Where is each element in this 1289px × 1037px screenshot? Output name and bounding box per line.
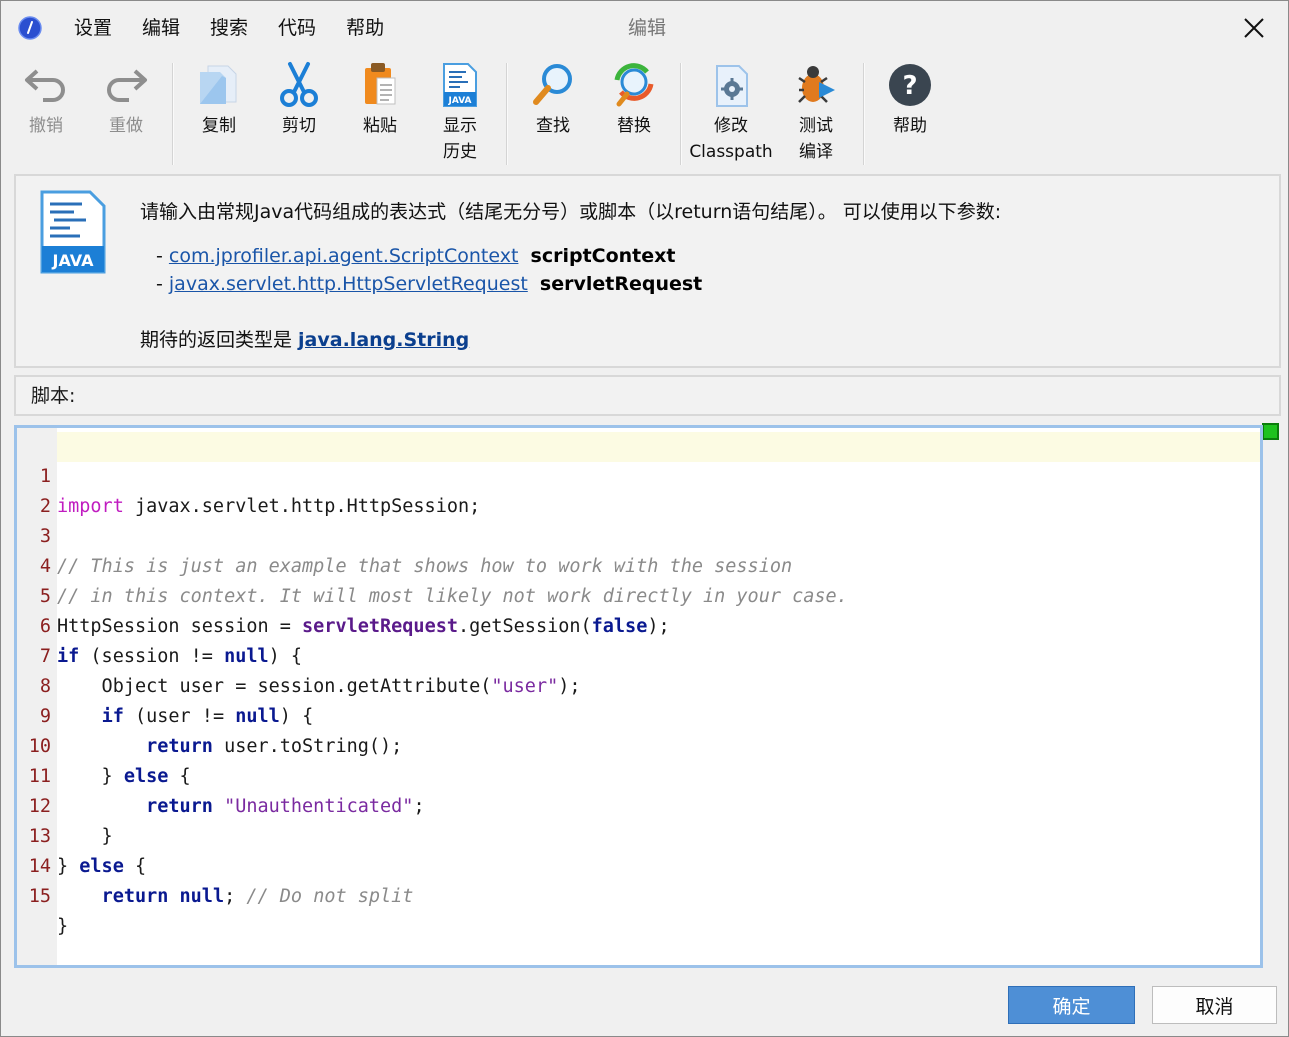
- replace-icon: [614, 63, 654, 107]
- param-row-1: - com.jprofiler.api.agent.ScriptContext …: [156, 243, 675, 269]
- code-line: 1 import javax.servlet.http.HttpSession;: [40, 432, 1260, 517]
- java-file-icon: JAVA: [40, 190, 106, 274]
- compile-label-line1: 测试: [799, 116, 833, 136]
- show-history-button[interactable]: JAVA 显示 历史: [434, 57, 486, 165]
- scissors-icon: [280, 62, 318, 107]
- param-type-link-servletrequest[interactable]: javax.servlet.http.HttpServletRequest: [169, 273, 528, 295]
- menu-code[interactable]: 代码: [263, 15, 331, 41]
- replace-label: 替换: [617, 116, 651, 136]
- ok-button[interactable]: 确定: [1008, 986, 1135, 1024]
- java-history-icon: JAVA: [443, 63, 477, 107]
- find-label: 查找: [536, 116, 570, 136]
- undo-icon: [25, 69, 65, 102]
- code-line: 14 return null; // Do not split: [17, 822, 1260, 907]
- code-line: 5 HttpSession session = servletRequest.g…: [17, 552, 1260, 637]
- param-dash: -: [156, 245, 169, 267]
- copy-button[interactable]: 复制: [193, 57, 245, 139]
- redo-label: 重做: [109, 116, 143, 136]
- return-type-prefix: 期待的返回类型是: [140, 329, 299, 351]
- code-line: 8 if (user != null) {: [17, 642, 1260, 727]
- code-line: 6 if (session != null) {: [17, 582, 1260, 667]
- code-editor[interactable]: 1 import javax.servlet.http.HttpSession;…: [14, 425, 1263, 968]
- help-icon: ?: [889, 64, 931, 106]
- app-icon: [18, 16, 42, 40]
- toolbar-separator: [172, 63, 174, 165]
- code-line: 3 // This is just an example that shows …: [17, 492, 1260, 577]
- window-title: 编辑: [628, 17, 667, 39]
- paste-label: 粘贴: [363, 116, 397, 136]
- cancel-button[interactable]: 取消: [1152, 986, 1277, 1024]
- java-logo-text: JAVA: [52, 251, 95, 270]
- replace-button[interactable]: 替换: [608, 57, 660, 139]
- undo-label: 撤销: [29, 116, 63, 136]
- script-label-bar: 脚本:: [14, 375, 1281, 416]
- compile-label-line2: 编译: [799, 142, 833, 162]
- undo-button[interactable]: 撤销: [20, 57, 72, 139]
- code-line: 10 } else {: [17, 702, 1260, 787]
- line-number: 15: [28, 886, 51, 907]
- test-compile-button[interactable]: 测试 编译: [790, 57, 842, 165]
- cut-label: 剪切: [282, 116, 316, 136]
- param-type-link-scriptcontext[interactable]: com.jprofiler.api.agent.ScriptContext: [169, 245, 519, 267]
- code-line: 13 } else {: [17, 792, 1260, 877]
- menu-edit[interactable]: 编辑: [127, 15, 195, 41]
- find-button[interactable]: 查找: [527, 57, 579, 139]
- code-line: 12 }: [17, 762, 1260, 847]
- svg-text:?: ?: [902, 71, 917, 101]
- menu-bar: 设置 编辑 搜索 代码 帮助: [59, 15, 399, 41]
- toolbar-separator: [863, 63, 865, 165]
- svg-text:JAVA: JAVA: [447, 96, 471, 106]
- param-name: scriptContext: [530, 245, 676, 267]
- code-line: 9 return user.toString();: [17, 672, 1260, 757]
- copy-label: 复制: [202, 116, 236, 136]
- status-marker: [1262, 423, 1279, 440]
- edit-classpath-button[interactable]: 修改 Classpath: [689, 57, 773, 165]
- bug-icon: [798, 66, 835, 103]
- return-type-link[interactable]: java.lang.String: [298, 329, 469, 351]
- redo-button[interactable]: 重做: [100, 57, 152, 139]
- menu-settings[interactable]: 设置: [59, 15, 127, 41]
- param-dash: -: [156, 273, 169, 295]
- menu-search[interactable]: 搜索: [195, 15, 263, 41]
- menu-help[interactable]: 帮助: [331, 15, 399, 41]
- code-line: 11 return "Unauthenticated";: [17, 732, 1260, 817]
- history-label-line1: 显示: [443, 116, 477, 136]
- toolbar: 撤销 重做 复制 剪切 粘贴 JAVA 显示 历史 查找 替换 修改 Class…: [1, 57, 1288, 169]
- classpath-gear-icon: [716, 65, 748, 107]
- code-line: 4 // in this context. It will most likel…: [17, 522, 1260, 607]
- return-type-row: 期待的返回类型是 java.lang.String: [140, 327, 469, 353]
- edit-dialog: 设置 编辑 搜索 代码 帮助 编辑 撤销 重做 复制 剪切 粘贴 JAVA 显示…: [0, 0, 1289, 1037]
- clipboard-icon: [365, 63, 396, 105]
- classpath-label-line1: 修改: [714, 116, 748, 136]
- help-label: 帮助: [893, 116, 927, 136]
- search-icon: [533, 64, 572, 105]
- help-button[interactable]: ? 帮助: [884, 57, 936, 139]
- info-panel: JAVA 请输入由常规Java代码组成的表达式（结尾无分号）或脚本（以retur…: [14, 174, 1281, 368]
- close-button[interactable]: [1232, 9, 1276, 47]
- param-row-2: - javax.servlet.http.HttpServletRequest …: [156, 271, 702, 297]
- cut-button[interactable]: 剪切: [273, 57, 325, 139]
- code-line: 2: [17, 462, 1260, 517]
- classpath-label-line2: Classpath: [689, 142, 773, 162]
- redo-icon: [107, 69, 147, 102]
- toolbar-separator: [506, 63, 508, 165]
- code-line: 7 Object user = session.getAttribute("us…: [17, 612, 1260, 697]
- title-bar: 设置 编辑 搜索 代码 帮助 编辑: [1, 1, 1288, 55]
- copy-icon: [200, 65, 237, 104]
- paste-button[interactable]: 粘贴: [354, 57, 406, 139]
- toolbar-separator: [680, 63, 682, 165]
- close-icon: [1244, 18, 1264, 38]
- param-name: servletRequest: [539, 273, 703, 295]
- history-label-line2: 历史: [443, 142, 477, 162]
- info-description: 请输入由常规Java代码组成的表达式（结尾无分号）或脚本（以return语句结尾…: [140, 201, 1002, 223]
- code-line: 15 }: [17, 852, 1260, 937]
- script-label: 脚本:: [31, 385, 76, 407]
